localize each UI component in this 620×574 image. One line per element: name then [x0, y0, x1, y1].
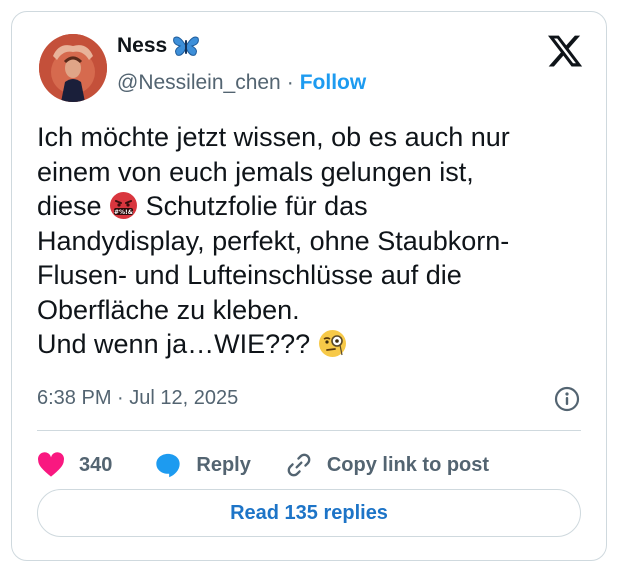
action-bar: 340 Reply Copy link to post: [37, 447, 489, 483]
divider: [37, 430, 581, 431]
separator-dot: ·: [286, 71, 294, 94]
like-button[interactable]: 340: [37, 452, 112, 478]
info-icon[interactable]: [553, 385, 581, 413]
butterfly-icon: [173, 34, 200, 58]
copy-link-button[interactable]: Copy link to post: [285, 451, 489, 479]
author-name-row: Ness: [117, 34, 200, 58]
read-replies-button[interactable]: Read 135 replies: [37, 489, 581, 537]
like-count: 340: [79, 453, 113, 476]
display-name[interactable]: Ness: [117, 34, 167, 58]
link-icon: [287, 453, 311, 477]
follow-button[interactable]: Follow: [300, 71, 367, 95]
face-with-monocle-emoji: [318, 329, 347, 358]
heart-icon: [38, 452, 64, 477]
reply-button[interactable]: Reply: [154, 451, 251, 479]
emoji-symbols: #%!&: [114, 209, 133, 216]
reply-label: Reply: [196, 453, 251, 476]
speech-bubble-icon: [156, 453, 181, 478]
author-handle-row: @Nessilein_chen · Follow: [117, 71, 366, 95]
copy-link-label: Copy link to post: [326, 453, 490, 476]
cursing-face-emoji: #%!&: [109, 191, 138, 220]
x-logo-icon[interactable]: [546, 32, 584, 70]
avatar[interactable]: [39, 34, 107, 102]
author-handle[interactable]: @Nessilein_chen: [117, 71, 281, 95]
tweet-text: Ich möchte jetzt wissen, ob es auch nur …: [37, 120, 597, 362]
tweet-timestamp[interactable]: 6:38 PM · Jul 12, 2025: [37, 387, 238, 410]
tweet-card: Ness @Nessilein_chen · Follow Ich möchte…: [11, 11, 607, 561]
